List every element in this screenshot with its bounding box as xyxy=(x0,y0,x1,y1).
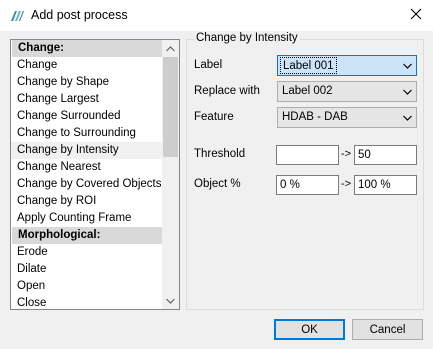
feature-select-value: HDAB - DAB xyxy=(282,111,348,123)
list-item[interactable]: Erode xyxy=(11,244,162,261)
list-item[interactable]: Change xyxy=(11,57,162,74)
chevron-down-icon xyxy=(166,295,175,307)
list-category-header: Morphological: xyxy=(12,227,162,244)
threshold-label: Threshold xyxy=(194,148,246,160)
scroll-down-button[interactable] xyxy=(162,292,179,309)
list-item[interactable]: Change by Intensity xyxy=(11,142,162,159)
scroll-thumb[interactable] xyxy=(163,57,178,157)
object-min-input[interactable]: 0 % xyxy=(276,175,339,195)
window-title: Add post process xyxy=(31,8,128,22)
list-item[interactable]: Apply Counting Frame xyxy=(11,210,162,227)
list-item[interactable]: Change Surrounded xyxy=(11,108,162,125)
vertical-scrollbar[interactable] xyxy=(162,40,179,309)
object-max-input[interactable]: 100 % xyxy=(354,175,417,195)
object-percent-label: Object % xyxy=(194,178,241,190)
group-title: Change by Intensity xyxy=(194,32,300,44)
label-select[interactable]: Label 001 xyxy=(277,55,417,76)
threshold-max-input[interactable]: 50 xyxy=(354,145,417,165)
list-item[interactable]: Open xyxy=(11,278,162,295)
list-item[interactable]: Change by Covered Objects xyxy=(11,176,162,193)
chevron-down-icon xyxy=(400,111,414,125)
list-category-header: Change: xyxy=(12,40,162,57)
chevron-down-icon xyxy=(400,59,414,73)
threshold-min-input[interactable] xyxy=(276,145,339,165)
replace-select-value: Label 002 xyxy=(282,85,333,97)
list-item[interactable]: Close xyxy=(11,295,162,309)
list-item[interactable]: Change by ROI xyxy=(11,193,162,210)
list-item[interactable]: Change Nearest xyxy=(11,159,162,176)
list-item[interactable]: Change to Surrounding xyxy=(11,125,162,142)
object-max-value: 100 % xyxy=(358,179,391,191)
replace-select[interactable]: Label 002 xyxy=(277,81,417,102)
list-items: Change: Change Change by Shape Change Large… xyxy=(11,40,162,309)
chevron-up-icon xyxy=(166,43,175,55)
scroll-up-button[interactable] xyxy=(162,40,179,57)
threshold-max-value: 50 xyxy=(358,149,371,161)
list-item[interactable]: Change by Shape xyxy=(11,74,162,91)
object-min-value: 0 % xyxy=(280,179,300,191)
feature-select[interactable]: HDAB - DAB xyxy=(277,107,417,128)
feature-label: Feature xyxy=(194,111,234,123)
replace-label: Replace with xyxy=(194,85,260,97)
list-item[interactable]: Dilate xyxy=(11,261,162,278)
dialog-body: Change: Change Change by Shape Change Large… xyxy=(0,31,433,349)
close-icon xyxy=(410,8,422,23)
close-button[interactable] xyxy=(400,1,432,30)
object-range-separator: -> xyxy=(341,178,352,190)
title-bar[interactable]: Add post process xyxy=(0,0,433,31)
ok-button-label: OK xyxy=(301,323,318,336)
app-logo-icon xyxy=(9,8,25,24)
threshold-range-separator: -> xyxy=(341,148,352,160)
post-process-list[interactable]: Change: Change Change by Shape Change Large… xyxy=(10,39,180,310)
chevron-down-icon xyxy=(400,85,414,99)
label-label: Label xyxy=(194,59,223,71)
label-select-value: Label 001 xyxy=(280,57,337,74)
list-item[interactable]: Change Largest xyxy=(11,91,162,108)
cancel-button[interactable]: Cancel xyxy=(352,319,423,340)
cancel-button-label: Cancel xyxy=(369,323,406,336)
ok-button[interactable]: OK xyxy=(274,319,345,340)
